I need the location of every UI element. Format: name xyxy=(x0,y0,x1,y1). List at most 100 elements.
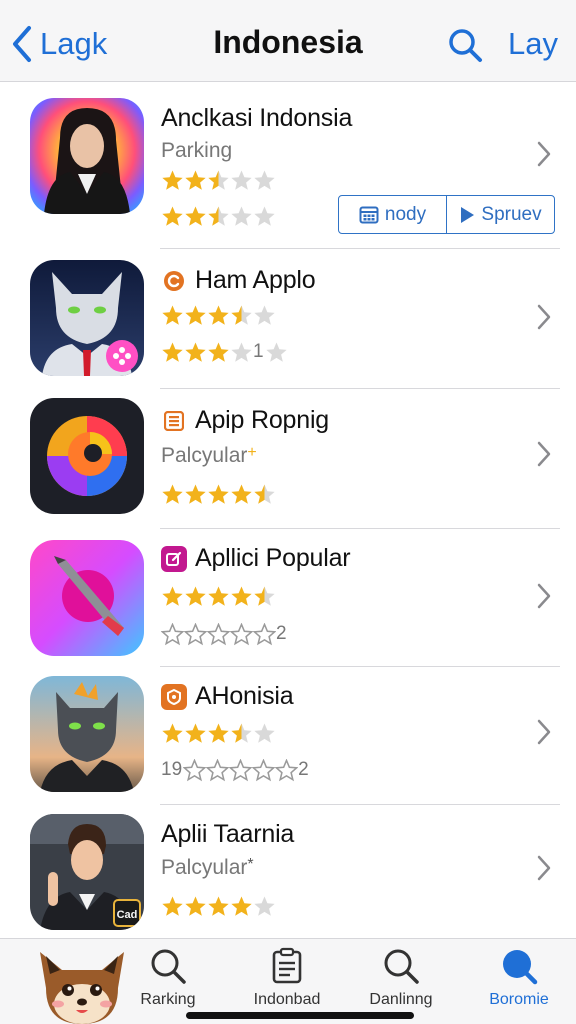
calendar-icon xyxy=(359,206,379,223)
chevron-right-icon xyxy=(537,855,551,881)
star-rating xyxy=(161,584,276,608)
app-subtitle: Parking xyxy=(161,139,233,162)
shield-badge-icon xyxy=(161,683,187,710)
star-icon xyxy=(252,758,276,781)
app-title: Aplii Taarnia xyxy=(161,820,294,849)
star-icon xyxy=(162,205,183,226)
star-icon xyxy=(254,722,275,743)
app-name: AHonisia xyxy=(195,682,294,710)
rating-text: 2 xyxy=(298,759,309,780)
star-icon xyxy=(185,585,206,606)
app-name: Apip Ropnig xyxy=(195,406,330,434)
navigation-bar: Lagk Indonesia Lay xyxy=(0,0,576,82)
app-title: Ham Applo xyxy=(161,266,316,295)
app-name: Apllici Popular xyxy=(195,544,351,572)
app-icon[interactable] xyxy=(30,540,144,656)
star-rating: 1 xyxy=(161,340,288,364)
star-icon xyxy=(254,483,275,504)
star-rating: 19 2 xyxy=(161,758,310,782)
square-badge-icon xyxy=(161,408,187,434)
nody-button[interactable]: nody xyxy=(339,196,446,233)
star-icon xyxy=(231,205,252,226)
tab-label: Boromie xyxy=(489,991,549,1008)
app-icon[interactable] xyxy=(30,676,144,792)
list-item[interactable]: Anclkasi Indonsia Parking nody Spruev xyxy=(0,82,576,252)
star-icon xyxy=(206,758,230,781)
app-icon[interactable] xyxy=(30,98,144,214)
list-item[interactable]: AHonisia 19 2 xyxy=(0,666,576,804)
star-icon xyxy=(231,585,252,606)
star-rating xyxy=(161,168,276,192)
portrait-woman-icon xyxy=(30,98,144,214)
star-icon xyxy=(231,341,252,362)
tab-indonbad[interactable]: Indonbad xyxy=(232,947,342,1017)
clipboard-icon xyxy=(272,947,302,984)
star-icon xyxy=(161,622,184,645)
star-icon xyxy=(231,483,252,504)
star-icon xyxy=(208,722,229,743)
search-icon xyxy=(384,949,419,984)
app-name: Anclkasi Indonsia xyxy=(161,104,353,132)
star-icon xyxy=(185,341,206,362)
star-icon xyxy=(231,895,252,916)
app-icon[interactable] xyxy=(30,260,144,376)
star-icon xyxy=(162,722,183,743)
star-icon xyxy=(231,169,252,190)
spruev-button[interactable]: Spruev xyxy=(446,196,554,233)
star-rating xyxy=(161,721,276,745)
pen-icon xyxy=(30,540,144,656)
play-icon xyxy=(461,206,475,223)
star-icon xyxy=(185,895,206,916)
tab-label: Rarking xyxy=(140,991,196,1008)
star-icon xyxy=(185,169,206,190)
tab-label: Indonbad xyxy=(253,991,321,1008)
search-icon[interactable] xyxy=(446,26,484,64)
star-icon xyxy=(185,722,206,743)
star-icon xyxy=(207,622,230,645)
app-name: Ham Applo xyxy=(195,266,316,294)
app-title: Anclkasi Indonsia xyxy=(161,104,352,133)
action-button-group: nody Spruev xyxy=(338,195,555,234)
list-item[interactable]: Ham Applo 1 xyxy=(0,248,576,388)
subtitle-mark: + xyxy=(247,444,257,461)
rating-text: 2 xyxy=(276,623,287,644)
list-item[interactable]: Apllici Popular 2 xyxy=(0,528,576,666)
list-item[interactable]: Cad Aplii Taarnia Palcyular* xyxy=(0,804,576,938)
app-subtitle: Palcyular+ xyxy=(161,444,257,468)
chevron-right-icon xyxy=(537,719,551,745)
rating-text: 1 xyxy=(253,341,264,362)
tab-boromie[interactable]: Boromie xyxy=(464,947,574,1017)
star-icon xyxy=(162,169,183,190)
app-icon[interactable]: Cad xyxy=(30,814,144,930)
rating-text: 19 xyxy=(161,759,183,780)
panther-character-icon xyxy=(30,676,144,792)
app-title: AHonisia xyxy=(161,682,294,711)
page-title: Indonesia xyxy=(213,24,363,60)
star-icon xyxy=(185,304,206,325)
star-icon xyxy=(185,205,206,226)
tab-danlinng[interactable]: Danlinng xyxy=(346,947,456,1017)
star-icon xyxy=(185,483,206,504)
search-filled-icon xyxy=(503,950,538,985)
star-rating: 2 xyxy=(161,622,288,646)
star-icon xyxy=(230,622,253,645)
star-icon xyxy=(162,585,183,606)
star-rating xyxy=(161,894,276,918)
star-icon xyxy=(229,758,253,781)
icon-corner-label: Cad xyxy=(117,909,138,921)
circle-badge-icon xyxy=(161,268,187,294)
list-item[interactable]: Apip Ropnig Palcyular+ xyxy=(0,388,576,528)
star-icon xyxy=(275,758,299,781)
nav-right-button[interactable]: Lay xyxy=(508,26,558,62)
star-icon xyxy=(162,483,183,504)
app-icon[interactable] xyxy=(30,398,144,514)
swirl-icon xyxy=(30,398,144,514)
fox-mascot-icon xyxy=(40,952,124,1024)
chevron-right-icon xyxy=(537,441,551,467)
app-subtitle: Palcyular* xyxy=(161,856,254,880)
star-icon xyxy=(208,585,229,606)
home-indicator xyxy=(186,1012,414,1019)
spruev-label: Spruev xyxy=(481,203,542,225)
star-icon xyxy=(231,304,252,325)
subtitle-mark: * xyxy=(247,856,254,873)
